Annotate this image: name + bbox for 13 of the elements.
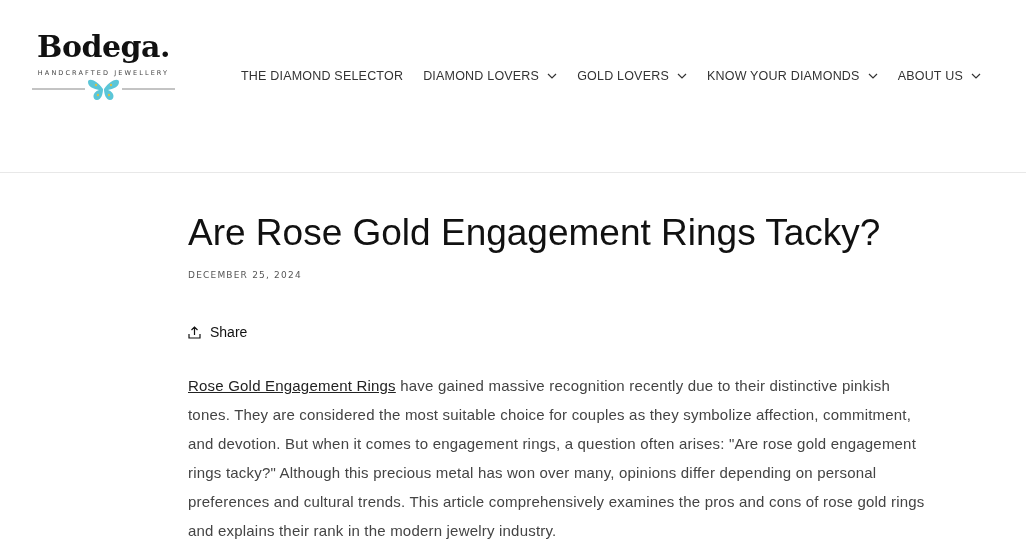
- article-title: Are Rose Gold Engagement Rings Tacky?: [188, 211, 882, 255]
- article-paragraph: Rose Gold Engagement Rings have gained massive recognition recently due to their distinctive pinkish tones. They are considered the most suitable choice for couples as they symbolize affection, commitment, and devotion. But when it comes to engagement rings, a question often arises: "Are rose gold engagement rings tacky?" Although this precious metal has won over many, opinions differ depending on personal preferences and cultural trends. This article comprehensively examines the pros and cons of rose gold rings and explains their rank in the modern jewelry industry.: [188, 376, 926, 541]
- share-button[interactable]: Share: [188, 324, 248, 340]
- nav-link[interactable]: DIAMOND LOVERS: [413, 67, 568, 85]
- nav-link[interactable]: KNOW YOUR DIAMONDS: [696, 67, 888, 85]
- article-link[interactable]: Rose Gold Engagement Rings: [188, 377, 396, 394]
- nav-link[interactable]: THE DIAMOND SELECTOR: [231, 67, 414, 85]
- logo-wordmark: Bodega.: [37, 30, 170, 64]
- share-icon: [188, 325, 201, 339]
- butterfly-divider-icon: [32, 77, 175, 103]
- nav-link[interactable]: GOLD LOVERS: [567, 67, 697, 85]
- article-date: DECEMBER 25, 2024: [188, 270, 303, 280]
- nav-link[interactable]: ABOUT US: [887, 67, 991, 85]
